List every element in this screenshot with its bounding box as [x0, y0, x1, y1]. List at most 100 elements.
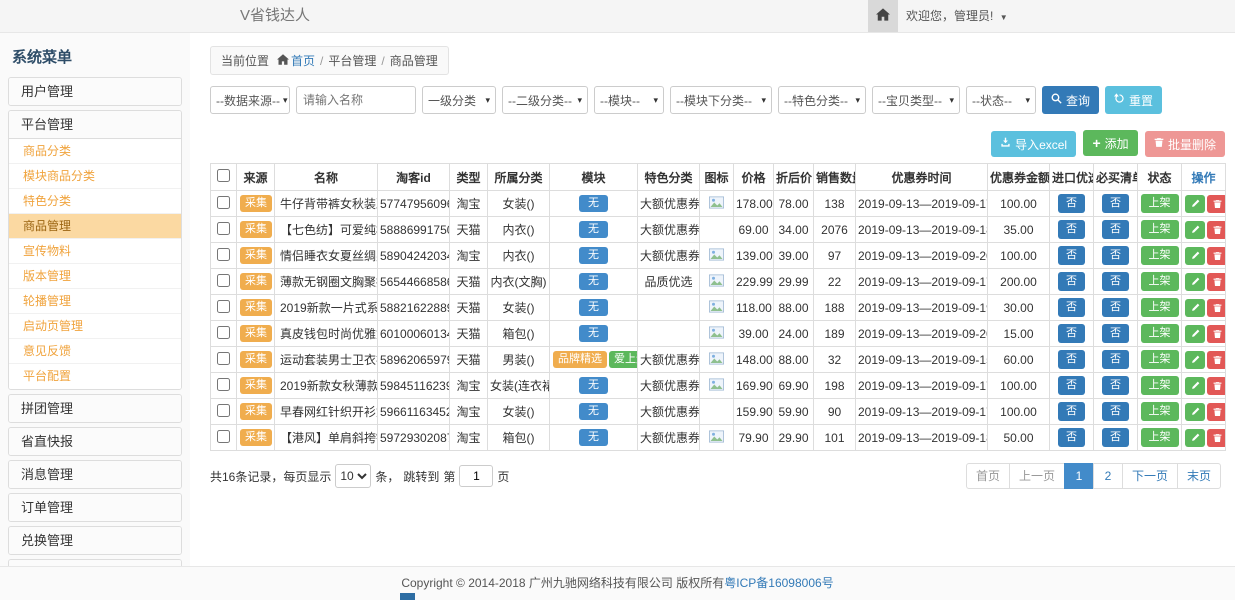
sidebar-subitem[interactable]: 启动页管理 — [9, 314, 181, 339]
status-toggle[interactable]: 上架 — [1141, 402, 1179, 421]
import-select-toggle[interactable]: 否 — [1058, 246, 1085, 265]
per-page-select[interactable]: 10 — [335, 464, 371, 488]
import-select-toggle[interactable]: 否 — [1058, 324, 1085, 343]
row-checkbox[interactable] — [217, 326, 230, 339]
status-toggle[interactable]: 上架 — [1141, 376, 1179, 395]
import-select-toggle[interactable]: 否 — [1058, 428, 1085, 447]
delete-button[interactable] — [1207, 221, 1226, 239]
sidebar-subitem[interactable]: 商品分类 — [9, 139, 181, 164]
edit-button[interactable] — [1185, 325, 1205, 343]
status-toggle[interactable]: 上架 — [1141, 428, 1179, 447]
must-buy-toggle[interactable]: 否 — [1102, 402, 1129, 421]
delete-button[interactable] — [1207, 299, 1226, 317]
add-button[interactable]: + 添加 — [1083, 130, 1137, 156]
page-button[interactable]: 2 — [1093, 463, 1123, 489]
import-select-toggle[interactable]: 否 — [1058, 194, 1085, 213]
delete-button[interactable] — [1207, 325, 1226, 343]
edit-button[interactable] — [1185, 429, 1205, 447]
page-jump-input[interactable] — [459, 465, 493, 487]
reset-button[interactable]: 重置 — [1105, 86, 1162, 114]
edit-button[interactable] — [1185, 299, 1205, 317]
row-checkbox[interactable] — [217, 274, 230, 287]
import-excel-button[interactable]: 导入excel — [991, 131, 1076, 157]
row-checkbox[interactable] — [217, 404, 230, 417]
home-button[interactable] — [868, 0, 898, 32]
edit-button[interactable] — [1185, 351, 1205, 369]
sidebar-subitem[interactable]: 商品管理 — [9, 214, 181, 239]
must-buy-toggle[interactable]: 否 — [1102, 428, 1129, 447]
sidebar-subitem[interactable]: 平台配置 — [9, 364, 181, 389]
row-checkbox[interactable] — [217, 430, 230, 443]
edit-button[interactable] — [1185, 221, 1205, 239]
delete-button[interactable] — [1207, 429, 1226, 447]
filter-select[interactable]: --宝贝类型--▾ — [872, 86, 960, 114]
sidebar-subitem[interactable]: 意见反馈 — [9, 339, 181, 364]
sidebar-item[interactable]: 用户管理 — [9, 78, 181, 105]
filter-select[interactable]: --模块下分类--▾ — [670, 86, 772, 114]
must-buy-toggle[interactable]: 否 — [1102, 324, 1129, 343]
must-buy-toggle[interactable]: 否 — [1102, 350, 1129, 369]
sidebar-item[interactable]: 平台管理 — [9, 111, 181, 138]
page-button[interactable]: 下一页 — [1122, 463, 1178, 489]
edit-button[interactable] — [1185, 247, 1205, 265]
select-all-checkbox[interactable] — [217, 169, 230, 182]
breadcrumb-home-link[interactable]: 首页 — [291, 54, 315, 68]
page-button[interactable]: 1 — [1064, 463, 1094, 489]
must-buy-toggle[interactable]: 否 — [1102, 194, 1129, 213]
sidebar-subitem[interactable]: 轮播管理 — [9, 289, 181, 314]
search-button[interactable]: 查询 — [1042, 86, 1099, 114]
page-button[interactable]: 末页 — [1177, 463, 1221, 489]
delete-button[interactable] — [1207, 247, 1226, 265]
sidebar-item[interactable]: 兑换管理 — [9, 527, 181, 554]
sidebar-subitem[interactable]: 特色分类 — [9, 189, 181, 214]
import-select-toggle[interactable]: 否 — [1058, 220, 1085, 239]
status-toggle[interactable]: 上架 — [1141, 220, 1179, 239]
must-buy-toggle[interactable]: 否 — [1102, 246, 1129, 265]
sidebar-item[interactable]: 订单管理 — [9, 494, 181, 521]
row-checkbox[interactable] — [217, 352, 230, 365]
import-select-toggle[interactable]: 否 — [1058, 272, 1085, 291]
import-select-toggle[interactable]: 否 — [1058, 402, 1085, 421]
filter-select[interactable]: 一级分类▾ — [422, 86, 496, 114]
delete-button[interactable] — [1207, 273, 1226, 291]
user-menu[interactable]: 欢迎您，管理员! ▼ — [906, 0, 1008, 34]
sidebar-subitem[interactable]: 版本管理 — [9, 264, 181, 289]
delete-button[interactable] — [1207, 195, 1226, 213]
status-toggle[interactable]: 上架 — [1141, 350, 1179, 369]
sidebar-subitem[interactable]: 模块商品分类 — [9, 164, 181, 189]
row-checkbox[interactable] — [217, 248, 230, 261]
status-toggle[interactable]: 上架 — [1141, 194, 1179, 213]
import-select-toggle[interactable]: 否 — [1058, 298, 1085, 317]
status-toggle[interactable]: 上架 — [1141, 324, 1179, 343]
icp-link[interactable]: 粤ICP备16098006号 — [724, 576, 833, 590]
row-checkbox[interactable] — [217, 300, 230, 313]
sidebar-item[interactable]: 拼团管理 — [9, 395, 181, 422]
delete-button[interactable] — [1207, 351, 1226, 369]
batch-delete-button[interactable]: 批量删除 — [1145, 131, 1225, 157]
sidebar-subitem[interactable]: 宣传物料 — [9, 239, 181, 264]
must-buy-toggle[interactable]: 否 — [1102, 376, 1129, 395]
row-checkbox[interactable] — [217, 378, 230, 391]
name-filter-input[interactable] — [296, 86, 416, 114]
delete-button[interactable] — [1207, 377, 1226, 395]
sidebar-item[interactable]: 省直快报 — [9, 428, 181, 455]
edit-button[interactable] — [1185, 195, 1205, 213]
filter-select[interactable]: --状态--▾ — [966, 86, 1036, 114]
import-select-toggle[interactable]: 否 — [1058, 376, 1085, 395]
sidebar-item[interactable]: 消息管理 — [9, 461, 181, 488]
status-toggle[interactable]: 上架 — [1141, 272, 1179, 291]
filter-select[interactable]: --模块--▾ — [594, 86, 664, 114]
edit-button[interactable] — [1185, 377, 1205, 395]
row-checkbox[interactable] — [217, 196, 230, 209]
row-checkbox[interactable] — [217, 222, 230, 235]
edit-button[interactable] — [1185, 403, 1205, 421]
delete-button[interactable] — [1207, 403, 1226, 421]
status-toggle[interactable]: 上架 — [1141, 298, 1179, 317]
must-buy-toggle[interactable]: 否 — [1102, 272, 1129, 291]
filter-select[interactable]: --数据来源--▾ — [210, 86, 290, 114]
filter-select[interactable]: --特色分类--▾ — [778, 86, 866, 114]
import-select-toggle[interactable]: 否 — [1058, 350, 1085, 369]
must-buy-toggle[interactable]: 否 — [1102, 298, 1129, 317]
status-toggle[interactable]: 上架 — [1141, 246, 1179, 265]
must-buy-toggle[interactable]: 否 — [1102, 220, 1129, 239]
